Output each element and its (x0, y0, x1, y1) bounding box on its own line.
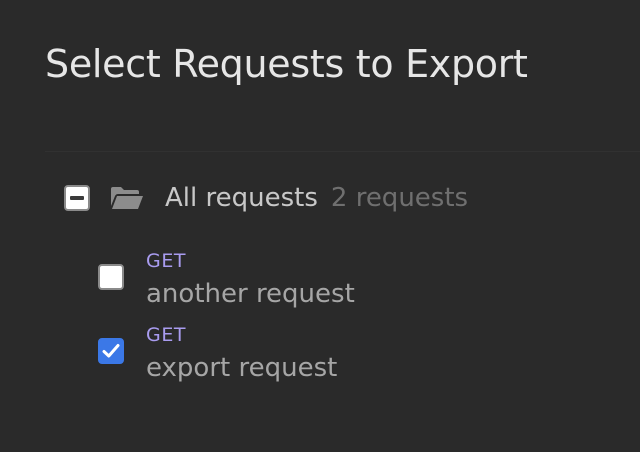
group-label: All requests (165, 183, 318, 213)
request-item[interactable]: GET another request (98, 250, 355, 310)
method-label: GET (146, 250, 187, 272)
request-checkbox[interactable] (98, 264, 124, 290)
divider (45, 151, 640, 152)
indeterminate-mark-icon (70, 196, 84, 200)
request-checkbox[interactable] (98, 338, 124, 364)
request-name: another request (146, 279, 355, 309)
request-text: GET another request (146, 250, 355, 310)
export-requests-dialog: Select Requests to Export All requests 2… (0, 0, 640, 452)
group-checkbox[interactable] (64, 185, 90, 211)
request-item[interactable]: GET export request (98, 324, 337, 384)
checkmark-icon (102, 344, 120, 358)
request-group-all[interactable]: All requests 2 requests (64, 182, 468, 214)
folder-open-icon (110, 185, 144, 211)
request-name: export request (146, 353, 338, 383)
request-text: GET export request (146, 324, 337, 384)
group-count: 2 requests (330, 183, 469, 213)
method-label: GET (146, 324, 187, 346)
dialog-title: Select Requests to Export (45, 42, 528, 86)
